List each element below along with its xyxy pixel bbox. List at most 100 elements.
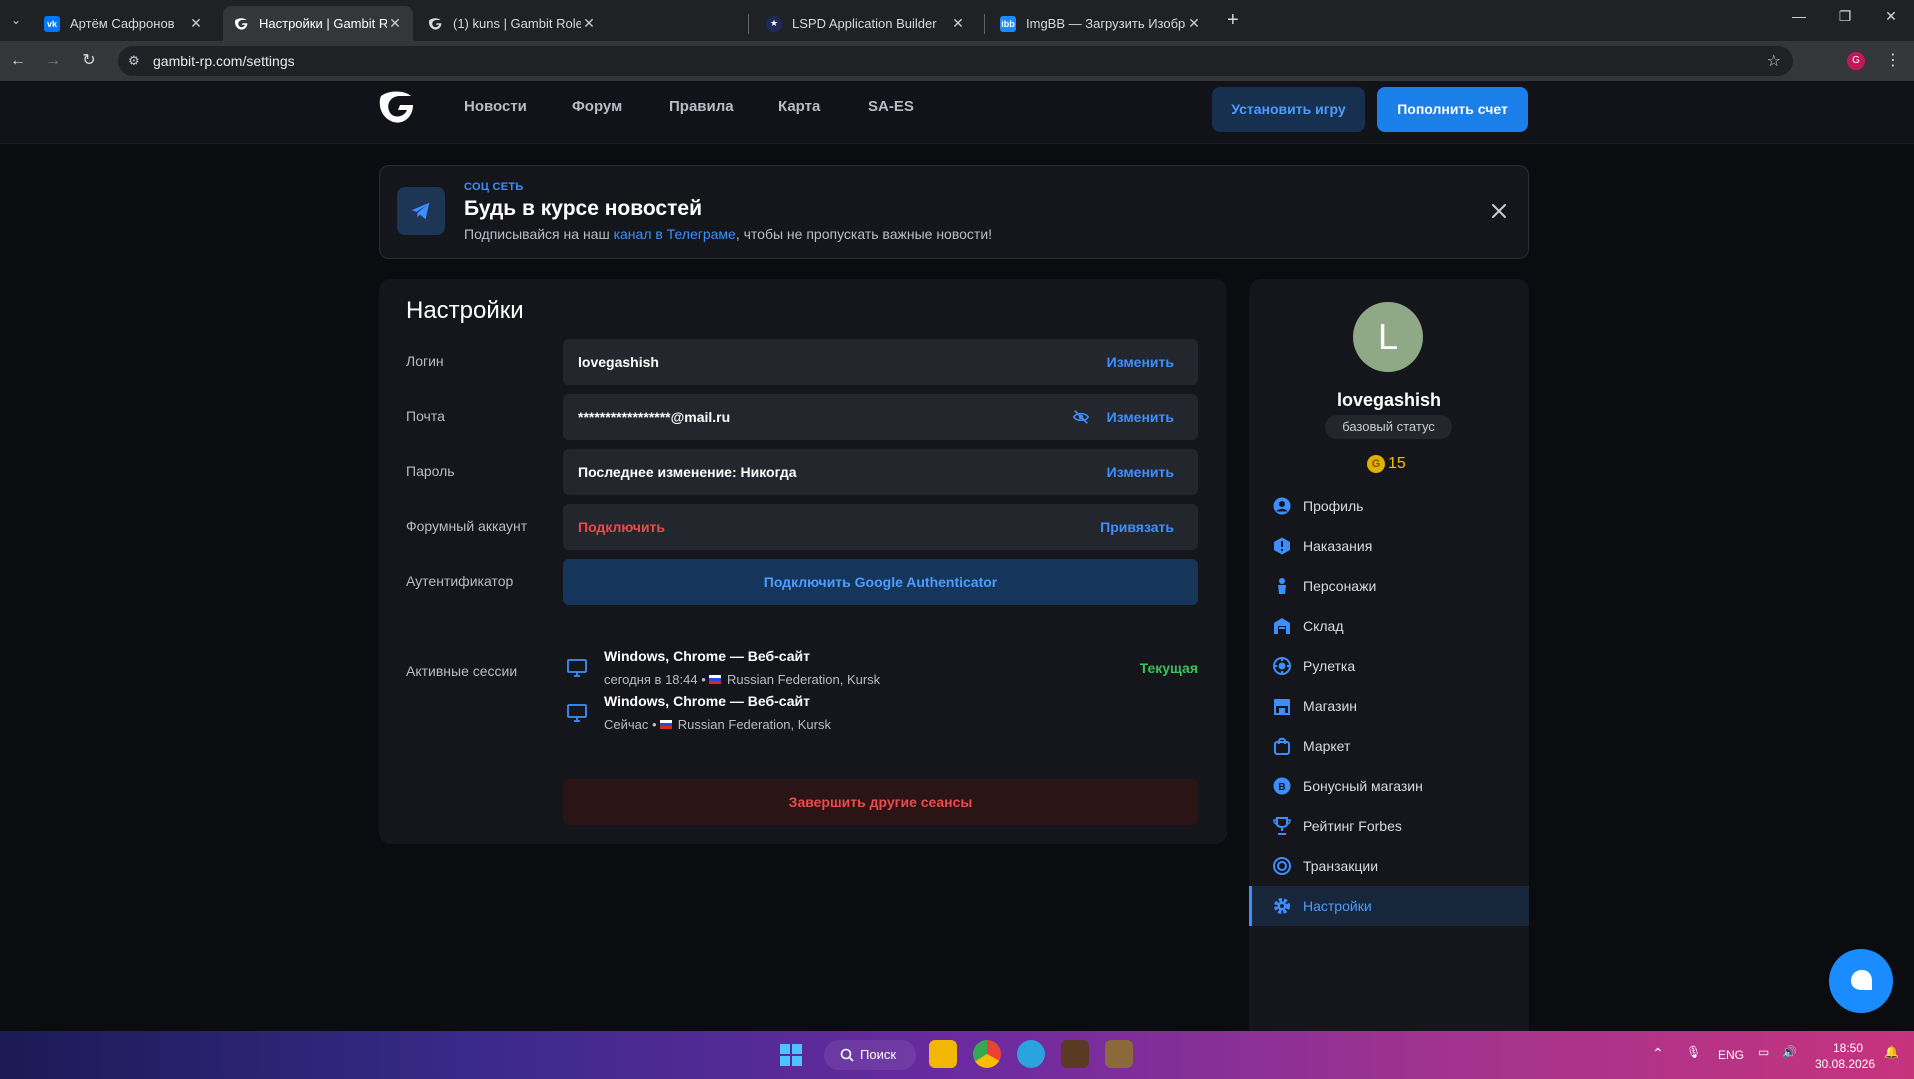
sidebar-item-label: Транзакции (1303, 858, 1379, 874)
microphone-icon[interactable]: 🎙 (1686, 1045, 1701, 1059)
roulette-icon (1273, 657, 1291, 675)
sidebar-item-roulette[interactable]: Рулетка (1249, 646, 1529, 686)
bookmark-star-icon[interactable]: ☆ (1767, 51, 1781, 71)
forward-icon[interactable]: → (43, 51, 63, 71)
sidebar-item-shop[interactable]: Магазин (1249, 686, 1529, 726)
monitor-icon (567, 659, 587, 677)
sidebar-item-forbes-rating[interactable]: Рейтинг Forbes (1249, 806, 1529, 846)
avatar: L (1353, 302, 1423, 372)
tab-search-button[interactable]: ⌄ (4, 8, 28, 32)
language-indicator[interactable]: ENG (1718, 1048, 1744, 1062)
nav-rules[interactable]: Правила (669, 98, 734, 115)
site-info-icon[interactable]: ⚙ (128, 53, 140, 69)
nav-sa-es[interactable]: SA-ES (868, 98, 914, 115)
telegram-taskbar-icon[interactable] (1017, 1040, 1045, 1068)
browser-tab-vk[interactable]: vk Артём Сафронов ✕ (34, 6, 214, 41)
restore-icon[interactable]: ❐ (1822, 8, 1868, 25)
browser-profile-avatar[interactable]: G (1847, 52, 1865, 70)
sidebar-item-label: Настройки (1303, 898, 1372, 914)
transactions-icon (1273, 857, 1291, 875)
change-password-button[interactable]: Изменить (1107, 464, 1174, 480)
warehouse-icon (1274, 618, 1290, 634)
sidebar-item-punishments[interactable]: Наказания (1249, 526, 1529, 566)
trophy-icon (1273, 817, 1291, 835)
file-explorer-icon[interactable] (929, 1040, 957, 1068)
telegram-channel-link[interactable]: канал в Телеграме (614, 226, 736, 242)
forum-account-label: Форумный аккаунт (406, 518, 528, 534)
connect-authenticator-button[interactable]: Подключить Google Authenticator (563, 559, 1198, 605)
shop-icon (1274, 699, 1290, 715)
browser-tab-lspd[interactable]: ★ LSPD Application Builder ✕ (756, 6, 976, 41)
banner-title: Будь в курсе новостей (464, 197, 702, 220)
back-icon[interactable]: ← (8, 51, 28, 71)
tab-title: LSPD Application Builder (792, 16, 937, 31)
chrome-icon[interactable] (973, 1040, 1001, 1068)
game-app-icon[interactable] (1061, 1040, 1089, 1068)
browser-tab-forum[interactable]: (1) kuns | Gambit Role Play - Фо ✕ (417, 6, 607, 41)
sidebar-item-profile[interactable]: Профиль (1249, 486, 1529, 526)
taskbar-search-label: Поиск (860, 1047, 897, 1062)
windows-start-icon[interactable] (780, 1044, 802, 1066)
session-time: Сейчас • (604, 717, 661, 732)
authenticator-label: Аутентификатор (406, 573, 514, 589)
sidebar-item-bonus-shop[interactable]: B Бонусный магазин (1249, 766, 1529, 806)
gambit-logo[interactable] (376, 87, 416, 127)
url-text[interactable]: gambit-rp.com/settings (153, 53, 295, 69)
close-tab-icon[interactable]: ✕ (387, 15, 403, 32)
close-tab-icon[interactable]: ✕ (188, 15, 204, 32)
minimize-icon[interactable]: — (1776, 8, 1822, 24)
change-email-button[interactable]: Изменить (1107, 409, 1174, 425)
sidebar-item-warehouse[interactable]: Склад (1249, 606, 1529, 646)
top-up-button[interactable]: Пополнить счет (1377, 87, 1528, 132)
sidebar-item-market[interactable]: Маркет (1249, 726, 1529, 766)
banner-text: Подписывайся на наш канал в Телеграме, ч… (464, 226, 992, 242)
support-chat-button[interactable] (1829, 949, 1893, 1013)
forum-connect-value[interactable]: Подключить (578, 519, 665, 535)
end-other-sessions-button[interactable]: Завершить другие сеансы (563, 779, 1198, 825)
nav-map[interactable]: Карта (778, 98, 820, 115)
clock-time[interactable]: 18:50 (1833, 1041, 1863, 1055)
sidebar-item-label: Персонажи (1303, 578, 1377, 594)
sidebar-item-settings[interactable]: Настройки (1249, 886, 1529, 926)
telegram-icon (397, 187, 445, 235)
close-icon[interactable] (1489, 201, 1509, 221)
close-window-icon[interactable]: ✕ (1868, 8, 1914, 25)
close-tab-icon[interactable]: ✕ (1186, 15, 1202, 32)
tray-chevron-icon[interactable]: ⌃ (1652, 1045, 1664, 1062)
chat-icon (1851, 970, 1872, 990)
tab-separator (748, 14, 749, 34)
sidebar-item-transactions[interactable]: Транзакции (1249, 846, 1529, 886)
new-tab-button[interactable]: + (1227, 9, 1239, 32)
network-icon[interactable]: ▭ (1758, 1045, 1769, 1059)
install-game-button[interactable]: Установить игру (1212, 87, 1365, 132)
close-tab-icon[interactable]: ✕ (581, 15, 597, 32)
nav-forum[interactable]: Форум (572, 98, 622, 115)
nav-news[interactable]: Новости (464, 98, 527, 115)
volume-icon[interactable]: 🔊 (1782, 1045, 1797, 1059)
browser-tab-settings[interactable]: Настройки | Gambit Role Play ✕ (223, 6, 413, 41)
notifications-icon[interactable]: 🔔 (1884, 1045, 1899, 1059)
close-tab-icon[interactable]: ✕ (950, 15, 966, 32)
active-sessions-label: Активные сессии (406, 663, 518, 679)
clock-date[interactable]: 30.08.2026 (1815, 1057, 1875, 1071)
coin-icon: G (1367, 455, 1385, 473)
sidebar-item-label: Маркет (1303, 738, 1351, 754)
browser-menu-icon[interactable]: ⋮ (1885, 50, 1901, 70)
sidebar-item-characters[interactable]: Персонажи (1249, 566, 1529, 606)
address-bar[interactable]: ⚙ gambit-rp.com/settings ☆ (118, 46, 1793, 76)
reload-icon[interactable]: ↻ (79, 51, 99, 71)
link-forum-button[interactable]: Привязать (1100, 519, 1174, 535)
game-launcher-icon[interactable] (1105, 1040, 1133, 1068)
bag-icon (1274, 737, 1290, 755)
banner-text-after: , чтобы не пропускать важные новости! (735, 226, 993, 242)
tab-title: (1) kuns | Gambit Role Play - Фо (453, 16, 581, 31)
sidebar-item-label: Магазин (1303, 698, 1358, 714)
password-field: Последнее изменение: Никогда Изменить (563, 449, 1198, 495)
change-login-button[interactable]: Изменить (1107, 354, 1174, 370)
svg-text:B: B (1278, 782, 1285, 793)
eye-off-icon[interactable] (1072, 408, 1090, 426)
browser-tab-imgbb[interactable]: ibb ImgBB — Загрузить Изображе ✕ (990, 6, 1212, 41)
bonus-icon: B (1273, 777, 1291, 795)
banner-text-before: Подписывайся на наш (464, 226, 614, 242)
taskbar-search[interactable]: Поиск (824, 1040, 916, 1070)
